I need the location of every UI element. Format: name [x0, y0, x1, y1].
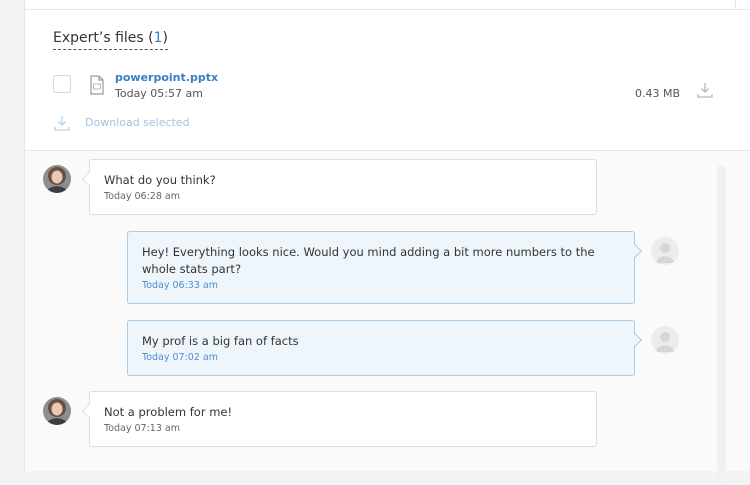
message-text: Not a problem for me! — [104, 405, 233, 419]
expert-avatar — [43, 165, 71, 193]
experts-files-section: Expert’s files (1) powerpoint.pptx Today… — [25, 10, 750, 150]
files-title: Expert’s files (1) — [53, 30, 168, 50]
file-timestamp: Today 05:57 am — [115, 87, 203, 100]
bubble-pointer — [81, 171, 97, 187]
bubble-pointer — [81, 403, 97, 419]
file-checkbox[interactable] — [53, 75, 71, 93]
bubble-pointer — [627, 243, 643, 259]
file-size: 0.43 MB — [634, 87, 680, 100]
divider — [735, 0, 736, 10]
message-time: Today 06:28 am — [104, 191, 180, 202]
message-bubble: Hey! Everything looks nice. Would you mi… — [127, 231, 643, 304]
file-name-link[interactable]: powerpoint.pptx — [115, 71, 218, 84]
scrollbar[interactable] — [717, 165, 726, 485]
file-icon — [90, 75, 104, 95]
message-text: Hey! Everything looks nice. Would you mi… — [142, 245, 595, 276]
files-count: (1) — [148, 30, 168, 46]
message-bubble: What do you think? Today 06:28 am — [81, 159, 597, 215]
chat-panel: Expert’s files (1) powerpoint.pptx Today… — [24, 0, 750, 485]
files-title-label: Expert’s files — [53, 30, 144, 46]
download-icon[interactable] — [696, 81, 714, 99]
message-thread: What do you think? Today 06:28 am Hey! E… — [25, 150, 750, 485]
top-bar — [25, 0, 750, 10]
message-bubble: Not a problem for me! Today 07:13 am — [81, 391, 597, 447]
message-text: My prof is a big fan of facts — [142, 334, 299, 348]
message-time: Today 07:02 am — [142, 352, 218, 363]
message-time: Today 07:13 am — [104, 423, 180, 434]
bubble-pointer — [627, 332, 643, 348]
user-avatar — [651, 237, 679, 265]
download-selected-label: Download selected — [85, 116, 190, 129]
message-text: What do you think? — [104, 173, 216, 187]
file-row: powerpoint.pptx Today 05:57 am 0.43 MB — [53, 70, 718, 102]
user-avatar — [651, 326, 679, 354]
message-bubble: My prof is a big fan of facts Today 07:0… — [127, 320, 643, 376]
expert-avatar — [43, 397, 71, 425]
message-time: Today 06:33 am — [142, 280, 218, 291]
download-icon — [54, 116, 70, 131]
